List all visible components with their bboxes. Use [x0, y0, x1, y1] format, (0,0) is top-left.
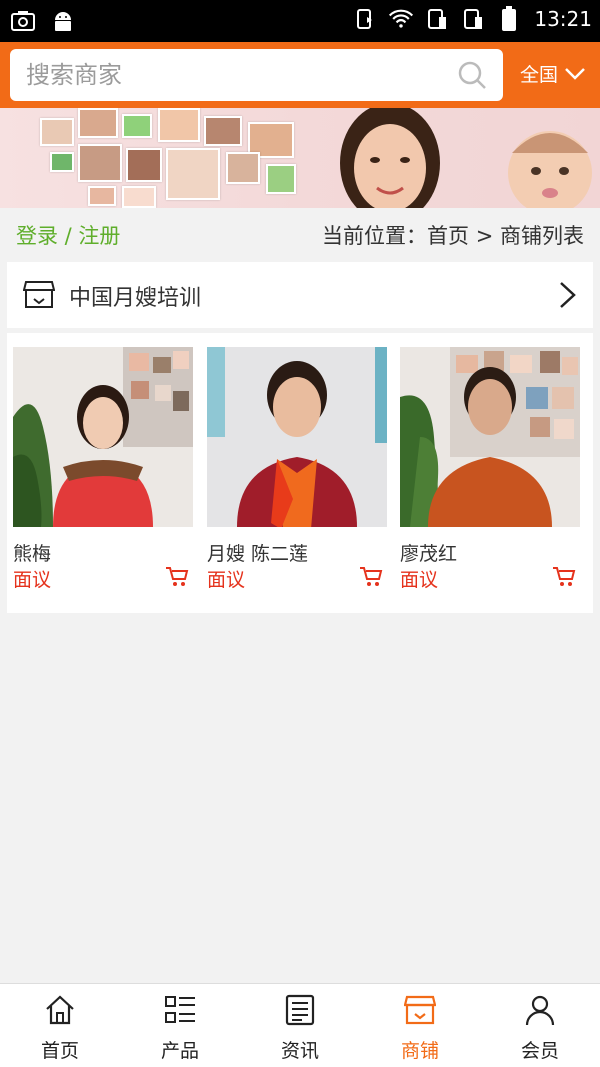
sim2-signal-icon	[460, 6, 486, 32]
tab-label: 商铺	[400, 1040, 439, 1062]
tab-label: 资讯	[280, 1040, 319, 1062]
cart-icon[interactable]	[165, 565, 189, 587]
banner-image[interactable]	[0, 108, 600, 208]
sim1-signal-icon	[424, 6, 450, 32]
battery-icon	[496, 6, 522, 32]
product-photo	[400, 347, 580, 527]
breadcrumb-bar: 登录 / 注册 当前位置：首页 > 商铺列表	[0, 208, 600, 260]
screenshot-icon	[10, 8, 36, 34]
product-card[interactable]: 熊梅 面议	[13, 347, 193, 591]
product-grid: 熊梅 面议 月嫂 陈二莲 面议 廖茂红 面议	[7, 333, 593, 613]
product-card[interactable]: 廖茂红 面议	[400, 347, 580, 591]
product-card[interactable]: 月嫂 陈二莲 面议	[207, 347, 387, 591]
shop-header[interactable]: 中国月嫂培训	[7, 262, 593, 328]
list-icon	[165, 996, 195, 1023]
wifi-icon	[388, 6, 414, 32]
region-selector[interactable]: 全国	[520, 60, 586, 87]
cart-icon[interactable]	[359, 565, 383, 587]
product-photo	[13, 347, 193, 527]
tab-home[interactable]: 首页	[0, 984, 120, 1067]
search-input[interactable]	[10, 49, 430, 101]
android-icon	[50, 8, 76, 34]
user-icon	[525, 995, 555, 1026]
tab-label: 首页	[40, 1040, 79, 1062]
region-label: 全国	[520, 64, 559, 86]
shop-name: 中国月嫂培训	[69, 286, 202, 311]
tab-member[interactable]: 会员	[480, 984, 600, 1067]
home-icon	[46, 995, 74, 1025]
mother-photo	[340, 108, 440, 208]
breadcrumb: 当前位置：首页 > 商铺列表	[322, 224, 584, 248]
header: 全国	[0, 42, 600, 108]
baby-photo	[508, 131, 592, 208]
tab-products[interactable]: 产品	[120, 984, 240, 1067]
photo-collage	[40, 108, 310, 208]
product-name: 熊梅	[13, 543, 52, 565]
store-icon	[404, 995, 436, 1025]
tab-label: 产品	[160, 1040, 199, 1062]
product-name: 月嫂 陈二莲	[207, 543, 309, 565]
chevron-down-icon	[565, 67, 585, 80]
login-register-link[interactable]: 登录 / 注册	[16, 220, 120, 250]
bottom-tab-bar: 首页 产品 资讯 商铺 会员	[0, 983, 600, 1067]
store-icon	[23, 281, 55, 308]
news-icon	[285, 994, 315, 1026]
tab-stores[interactable]: 商铺	[360, 984, 480, 1067]
product-name: 廖茂红	[400, 543, 458, 565]
tab-label: 会员	[520, 1040, 559, 1062]
chevron-right-icon[interactable]	[557, 280, 579, 310]
clock: 13:21	[534, 7, 592, 31]
status-bar: 13:21	[0, 0, 600, 42]
tab-news[interactable]: 资讯	[240, 984, 360, 1067]
search-icon[interactable]	[457, 60, 487, 90]
search-box[interactable]	[10, 49, 503, 101]
product-photo	[207, 347, 387, 529]
vibrate-icon	[352, 6, 378, 32]
cart-icon[interactable]	[552, 565, 576, 587]
